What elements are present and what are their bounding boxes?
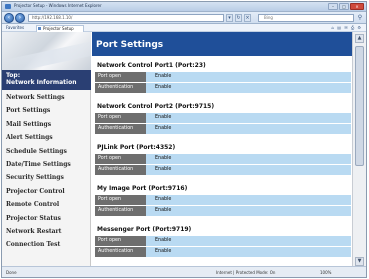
status-bar: Done Internet | Protected Mode: On 100% (2, 266, 366, 277)
search-icon[interactable]: ⚲ (356, 14, 364, 22)
setting-row: Port open Enable (95, 195, 351, 205)
sidebar-item-projector-status[interactable]: Projector Status (2, 212, 91, 225)
port-section: Network Control Port2 (Port:9715) Port o… (95, 101, 351, 135)
favorites-button[interactable]: Favorites (6, 25, 24, 30)
sidebar-item-security-settings[interactable]: Security Settings (2, 171, 91, 184)
sidebar-item-remote-control[interactable]: Remote Control (2, 198, 91, 211)
logo (2, 32, 91, 70)
section-title: Network Control Port1 (Port:23) (97, 62, 206, 69)
setting-row: Authentication Enable (95, 124, 351, 134)
row-label: Port open (95, 195, 146, 205)
forward-icon[interactable]: › (15, 13, 25, 23)
section-title: Messenger Port (Port:9719) (97, 226, 192, 233)
sidebar-item-projector-control[interactable]: Projector Control (2, 185, 91, 198)
browser-window: Projector Setup - Windows Internet Explo… (1, 1, 367, 278)
setting-row: Authentication Enable (95, 165, 351, 175)
address-bar: ‹ › http://192.168.1.10/ ▾ ↻ × Bing ⚲ (2, 12, 366, 24)
minimize-icon[interactable]: – (328, 3, 338, 10)
address-tools: ▾ ↻ × (226, 14, 251, 22)
page-title: Port Settings (96, 40, 164, 50)
tab-projector-setup[interactable]: Projector Setup (36, 25, 84, 32)
port-section: PJLink Port (Port:4352) Port open Enable … (95, 142, 351, 176)
setting-row: Authentication Enable (95, 247, 351, 257)
setting-row: Port open Enable (95, 72, 351, 82)
sidebar-item-network-settings[interactable]: Network Settings (2, 91, 91, 104)
back-icon[interactable]: ‹ (4, 13, 14, 23)
stop-icon[interactable]: × (244, 14, 251, 22)
row-label: Port open (95, 113, 146, 123)
search-input[interactable]: Bing (258, 14, 354, 22)
row-value: Enable (146, 72, 351, 82)
row-value: Enable (146, 195, 351, 205)
setting-row: Port open Enable (95, 154, 351, 164)
security-zone: Internet | Protected Mode: On (216, 270, 276, 275)
row-label: Port open (95, 154, 146, 164)
zoom-level[interactable]: 100% (320, 270, 331, 275)
row-value: Enable (146, 113, 351, 123)
sidebar-item-connection-test[interactable]: Connection Test (2, 238, 91, 251)
row-value: Enable (146, 165, 351, 175)
sidebar-item-network-restart[interactable]: Network Restart (2, 225, 91, 238)
main-content: Port Settings Network Control Port1 (Por… (92, 32, 354, 268)
dropdown-icon[interactable]: ▾ (226, 14, 233, 22)
row-label: Authentication (95, 124, 146, 134)
row-label: Authentication (95, 83, 146, 93)
ie-icon (5, 4, 11, 9)
setting-row: Authentication Enable (95, 206, 351, 216)
close-icon[interactable]: × (350, 3, 364, 10)
vertical-scrollbar[interactable]: ▲ ▼ (352, 32, 366, 268)
row-label: Authentication (95, 165, 146, 175)
page-header: Port Settings (92, 32, 354, 56)
row-label: Authentication (95, 206, 146, 216)
scroll-up-icon[interactable]: ▲ (355, 34, 364, 43)
row-value: Enable (146, 124, 351, 134)
port-section: Network Control Port1 (Port:23) Port ope… (95, 60, 351, 94)
row-label: Authentication (95, 247, 146, 257)
command-bar-icons[interactable]: ⌂ ▤ ✉ ⎙ ⚙ (331, 25, 362, 30)
sidebar: Top: Network Information Network Setting… (2, 32, 91, 268)
scroll-thumb[interactable] (355, 46, 364, 166)
section-title: PJLink Port (Port:4352) (97, 144, 176, 151)
sidebar-item-network-information[interactable]: Top: Network Information (2, 70, 91, 90)
section-title: My Image Port (Port:9716) (97, 185, 188, 192)
row-value: Enable (146, 236, 351, 246)
port-section: Messenger Port (Port:9719) Port open Enab… (95, 224, 351, 258)
setting-row: Port open Enable (95, 236, 351, 246)
window-title: Projector Setup - Windows Internet Explo… (14, 3, 102, 8)
row-value: Enable (146, 154, 351, 164)
row-value: Enable (146, 247, 351, 257)
row-value: Enable (146, 206, 351, 216)
sidebar-item-port-settings[interactable]: Port Settings (2, 104, 91, 117)
window-controls: – □ × (328, 3, 364, 11)
maximize-icon[interactable]: □ (339, 3, 349, 10)
row-label: Port open (95, 236, 146, 246)
url-input[interactable]: http://192.168.1.10/ (28, 14, 224, 22)
sidebar-item-date-time-settings[interactable]: Date/Time Settings (2, 158, 91, 171)
sidebar-item-schedule-settings[interactable]: Schedule Settings (2, 145, 91, 158)
row-value: Enable (146, 83, 351, 93)
sidebar-menu: Network Settings Port Settings Mail Sett… (2, 91, 91, 252)
setting-row: Authentication Enable (95, 83, 351, 93)
port-section: My Image Port (Port:9716) Port open Enabl… (95, 183, 351, 217)
title-bar: Projector Setup - Windows Internet Explo… (2, 2, 366, 12)
setting-row: Port open Enable (95, 113, 351, 123)
sidebar-item-mail-settings[interactable]: Mail Settings (2, 118, 91, 131)
sidebar-item-alert-settings[interactable]: Alert Settings (2, 131, 91, 144)
row-label: Port open (95, 72, 146, 82)
scroll-down-icon[interactable]: ▼ (355, 257, 364, 266)
status-text: Done (6, 270, 17, 275)
favorites-bar: Favorites Projector Setup ⌂ ▤ ✉ ⎙ ⚙ (2, 24, 366, 32)
section-title: Network Control Port2 (Port:9715) (97, 103, 215, 110)
refresh-icon[interactable]: ↻ (235, 14, 242, 22)
